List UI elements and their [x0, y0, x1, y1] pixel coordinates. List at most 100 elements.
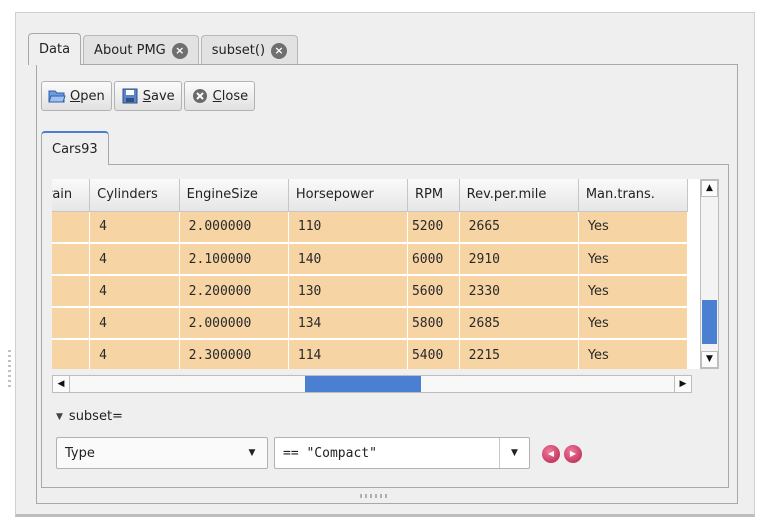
table-row[interactable]: 4 2.000000 110 5200 2665 Yes [52, 211, 689, 244]
vertical-scroll-thumb[interactable] [702, 300, 717, 344]
tab-subset-label: subset() [211, 43, 266, 58]
table-cell[interactable]: 2330 [459, 275, 579, 308]
chevron-down-icon[interactable]: ▼ [237, 438, 267, 468]
table-cell[interactable]: 2.000000 [179, 211, 289, 244]
subset-expander-label: subset= [68, 409, 123, 424]
column-header[interactable]: rain [52, 179, 91, 212]
chevron-down-icon[interactable]: ▼ [499, 438, 529, 468]
table-cell[interactable]: 2910 [459, 243, 579, 276]
floppy-disk-icon [122, 88, 138, 104]
tab-data-label: Data [39, 42, 71, 57]
table-cell[interactable]: Yes [578, 339, 689, 369]
table-cell[interactable] [52, 211, 91, 244]
subset-expander[interactable]: ▼ subset= [56, 409, 123, 424]
table-cell[interactable]: 110 [288, 211, 408, 244]
horizontal-scroll-thumb[interactable] [305, 376, 421, 392]
close-icon[interactable]: × [271, 42, 288, 59]
table-cell[interactable]: 4 [89, 275, 180, 308]
previous-icon[interactable]: ◀ [542, 445, 560, 463]
table-cell[interactable] [52, 243, 91, 276]
close-mnemonic: C [212, 88, 222, 104]
table-cell[interactable]: 6000 [407, 243, 460, 276]
save-label-rest: ave [151, 88, 175, 104]
table-cell[interactable]: Yes [578, 275, 689, 308]
save-label: Save [143, 89, 175, 104]
expander-triangle-icon: ▼ [56, 411, 63, 422]
close-label: Close [213, 89, 248, 104]
resize-grip-left[interactable] [8, 350, 11, 390]
subset-variable-value: Type [65, 445, 95, 461]
table-cell[interactable]: 4 [89, 211, 180, 244]
table-cell[interactable]: 5800 [407, 307, 460, 340]
subset-condition-field[interactable]: == "Compact" ▼ [274, 437, 530, 469]
open-button[interactable]: Open [41, 81, 112, 111]
table-cell[interactable]: Yes [578, 307, 689, 340]
table-row[interactable]: 4 2.200000 130 5600 2330 Yes [52, 275, 689, 308]
data-grid[interactable]: rain Cylinders EngineSize Horsepower RPM… [52, 179, 700, 369]
tab-about-pmg-label: About PMG [94, 43, 166, 58]
table-cell[interactable]: 2.300000 [179, 339, 289, 369]
close-circle-icon [192, 89, 207, 103]
tab-bar: Data About PMG × subset() × [28, 33, 300, 65]
table-cell[interactable]: 2665 [459, 211, 579, 244]
table-cell[interactable]: 5200 [407, 211, 460, 244]
table-cell[interactable] [52, 307, 91, 340]
open-label-rest: pen [80, 88, 105, 104]
table-cell[interactable]: 2.000000 [179, 307, 289, 340]
tab-cars93[interactable]: Cars93 [41, 131, 109, 165]
column-header[interactable]: Man.trans. [578, 179, 689, 212]
table-row[interactable]: 4 2.300000 114 5400 2215 Yes [52, 339, 689, 369]
scroll-down-icon[interactable]: ▼ [701, 351, 718, 368]
close-button[interactable]: Close [183, 81, 256, 111]
next-icon[interactable]: ▶ [564, 445, 582, 463]
table-cell[interactable]: 2.100000 [179, 243, 289, 276]
data-table: rain Cylinders EngineSize Horsepower RPM… [52, 179, 689, 369]
table-row[interactable]: 4 2.100000 140 6000 2910 Yes [52, 243, 689, 276]
subset-variable-combobox[interactable]: Type ▼ [56, 437, 268, 469]
table-cell[interactable]: 114 [288, 339, 408, 369]
table-cell[interactable]: 5400 [407, 339, 460, 369]
table-cell[interactable]: Yes [578, 243, 689, 276]
column-header[interactable]: RPM [407, 179, 460, 212]
table-cell[interactable]: 2685 [459, 307, 579, 340]
open-label: Open [70, 89, 105, 104]
gui-window: Data About PMG × subset() × Open Save Cl… [15, 12, 755, 517]
column-header[interactable]: Cylinders [89, 179, 180, 212]
close-label-rest: lose [221, 88, 249, 104]
save-button[interactable]: Save [113, 81, 182, 111]
resize-grip-bottom[interactable] [360, 494, 390, 498]
subset-condition-value: == "Compact" [283, 445, 377, 461]
tab-about-pmg[interactable]: About PMG × [83, 35, 199, 65]
close-icon[interactable]: × [171, 42, 188, 59]
table-cell[interactable] [52, 339, 91, 369]
data-tab-panel: Open Save Close Cars93 ain Cylinders Eng… [36, 64, 738, 504]
table-cell[interactable]: 2.200000 [179, 275, 289, 308]
vertical-scrollbar[interactable]: ▲ ▼ [700, 179, 719, 369]
column-header[interactable]: Horsepower [288, 179, 408, 212]
column-header[interactable]: Rev.per.mile [459, 179, 579, 212]
tab-data[interactable]: Data [28, 33, 82, 65]
save-mnemonic: S [142, 88, 151, 104]
scroll-up-icon[interactable]: ▲ [701, 180, 718, 197]
table-cell[interactable]: 4 [89, 307, 180, 340]
scroll-left-icon[interactable]: ◀ [52, 375, 70, 393]
horizontal-scrollbar[interactable]: ◀ ▶ [52, 375, 692, 393]
folder-open-icon [48, 90, 66, 103]
tab-cars93-label: Cars93 [52, 141, 98, 157]
cars93-panel: rain Cylinders EngineSize Horsepower RPM… [41, 164, 729, 488]
table-cell[interactable]: 4 [89, 243, 180, 276]
table-cell[interactable] [52, 275, 91, 308]
open-mnemonic: O [70, 88, 81, 104]
column-header[interactable]: EngineSize [179, 179, 289, 212]
table-cell[interactable]: 2215 [459, 339, 579, 369]
tab-subset[interactable]: subset() × [200, 35, 299, 65]
table-row[interactable]: 4 2.000000 134 5800 2685 Yes [52, 307, 689, 340]
table-cell[interactable]: 4 [89, 339, 180, 369]
table-cell[interactable]: Yes [578, 211, 689, 244]
header-row: rain Cylinders EngineSize Horsepower RPM… [52, 179, 689, 212]
table-cell[interactable]: 5600 [407, 275, 460, 308]
table-cell[interactable]: 130 [288, 275, 408, 308]
table-cell[interactable]: 134 [288, 307, 408, 340]
scroll-right-icon[interactable]: ▶ [674, 375, 692, 393]
table-cell[interactable]: 140 [288, 243, 408, 276]
